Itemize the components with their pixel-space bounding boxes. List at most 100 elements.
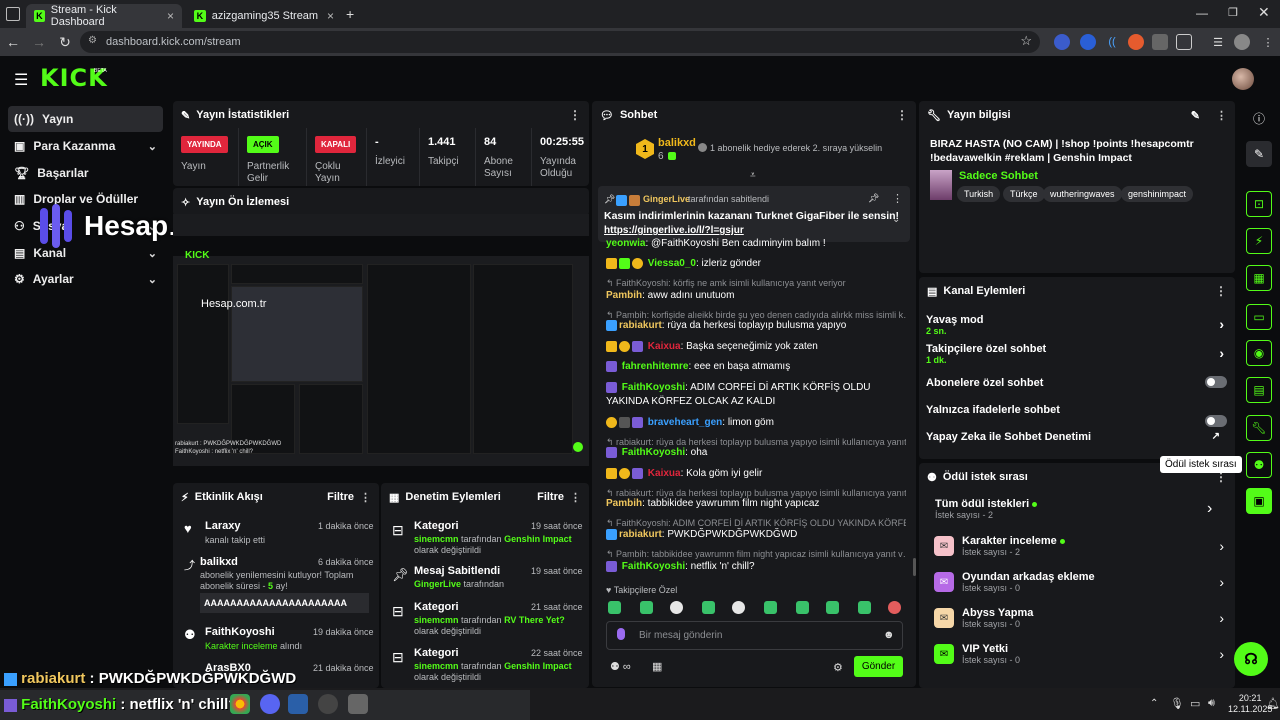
- store-icon[interactable]: ▦: [652, 660, 662, 673]
- more-options-icon[interactable]: ⋮: [570, 491, 581, 504]
- chat-user[interactable]: rabiakurt: [619, 320, 662, 331]
- chat-scrollbar[interactable]: [913, 558, 916, 576]
- ai-moderation-row[interactable]: Yapay Zeka ile Sohbet Denetimi ↗: [926, 431, 1232, 443]
- stream-preview-video[interactable]: KICK Hesap.com.tr rabiakurt : PWKDĞPWKDĞ…: [173, 214, 589, 466]
- extension-icon[interactable]: [1054, 34, 1070, 50]
- lightning-icon[interactable]: ⚡︎: [1246, 228, 1272, 254]
- sidebar-item-achievements[interactable]: 🏆︎ Başarılar: [8, 160, 163, 186]
- emote-icon[interactable]: [732, 601, 745, 614]
- profile-icon[interactable]: [1234, 34, 1250, 50]
- filter-button[interactable]: Filtre: [537, 491, 564, 503]
- chat-user[interactable]: FaithKoyoshi: [622, 561, 685, 572]
- channel-actions-icon[interactable]: ▤: [1246, 377, 1272, 403]
- sidebar-item-drops[interactable]: ▥ Droplar ve Ödüller: [8, 186, 163, 212]
- emote-icon[interactable]: [796, 601, 809, 614]
- reward-row-abyss[interactable]: ✉ Abyss Yapma İstek sayısı - 0 ›: [934, 600, 1224, 636]
- stream-category[interactable]: Sadece Sohbet: [959, 170, 1038, 182]
- more-options-icon[interactable]: ⋮: [896, 108, 908, 122]
- obs-taskbar-icon[interactable]: [318, 694, 338, 714]
- wrench-icon[interactable]: 🔧︎: [1246, 415, 1272, 441]
- tab-list-icon[interactable]: ☰: [1210, 34, 1226, 50]
- tab-kick-dashboard[interactable]: K Stream - Kick Dashboard ×: [26, 4, 182, 28]
- chat-icon[interactable]: ▭: [1246, 304, 1272, 330]
- edit-pencil-icon[interactable]: ✎: [1246, 141, 1272, 167]
- emote-icon[interactable]: [826, 601, 839, 614]
- extension-icon[interactable]: [1152, 34, 1168, 50]
- activity-user[interactable]: FaithKoyoshi: [205, 626, 275, 638]
- emote-icon[interactable]: [858, 601, 871, 614]
- reward-row-character-review[interactable]: ✉ Karakter inceleme İstek sayısı - 2 ›: [934, 528, 1224, 564]
- photos-taskbar-icon[interactable]: [288, 694, 308, 714]
- forward-icon[interactable]: →: [26, 34, 52, 50]
- minimize-icon[interactable]: —: [1196, 6, 1208, 20]
- sidebar-item-monetization[interactable]: ▣ Para Kazanma ⌄: [8, 133, 163, 159]
- more-options-icon[interactable]: ⋮: [569, 108, 581, 122]
- microphone-tray-icon[interactable]: 🎙︎: [1170, 697, 1184, 710]
- browser-menu-icon[interactable]: ⋮: [1260, 34, 1276, 50]
- support-headset-icon[interactable]: ☊: [1234, 642, 1268, 676]
- emote-icon[interactable]: [640, 601, 653, 614]
- url-field[interactable]: ⚙ dashboard.kick.com/stream ☆: [80, 31, 1040, 53]
- emoji-picker-icon[interactable]: ☻: [883, 629, 895, 641]
- collapse-chevron-icon[interactable]: ⩡: [750, 170, 756, 181]
- pinned-by-user[interactable]: GingerLive: [643, 194, 690, 204]
- network-icon[interactable]: ▭: [1190, 697, 1200, 710]
- maximize-icon[interactable]: ❐: [1228, 6, 1238, 19]
- window-close-icon[interactable]: ✕: [1258, 4, 1270, 21]
- unpin-icon[interactable]: 📌︎: [868, 193, 879, 204]
- pinned-link[interactable]: https://gingerlive.io/l/?l=gsjur: [604, 225, 744, 236]
- emote-icon[interactable]: [608, 601, 621, 614]
- new-tab-icon[interactable]: +: [346, 6, 354, 22]
- info-icon[interactable]: ⓘ: [1246, 105, 1272, 131]
- emote-icon[interactable]: [888, 601, 901, 614]
- chat-user[interactable]: Kaixua: [648, 341, 681, 352]
- more-options-icon[interactable]: ⋮: [360, 491, 371, 504]
- volume-icon[interactable]: 🔊︎: [1208, 697, 1215, 710]
- extension-icon[interactable]: [1128, 34, 1144, 50]
- rewards-icon[interactable]: ⚉ ∞: [610, 660, 631, 673]
- activity-user[interactable]: Laraxy: [205, 520, 240, 532]
- stats-panel-icon[interactable]: ⊡: [1246, 191, 1272, 217]
- sidebar-item-settings[interactable]: ⚙ Ayarlar ⌄: [8, 266, 163, 292]
- all-rewards-row[interactable]: Tüm ödül istekleri İstek sayısı - 2: [935, 498, 1038, 520]
- send-button[interactable]: Gönder: [854, 656, 903, 677]
- chat-user[interactable]: fahrenhitemre: [622, 361, 689, 372]
- chat-user[interactable]: Kaixua: [648, 468, 681, 479]
- chat-settings-gear-icon[interactable]: ⚙: [833, 661, 843, 674]
- emote-icon[interactable]: [702, 601, 715, 614]
- site-info-icon[interactable]: ⚙: [88, 35, 97, 46]
- emote-icon[interactable]: [670, 601, 683, 614]
- notification-bell-icon[interactable]: 🔔︎: [1266, 697, 1280, 710]
- activity-user[interactable]: balikxd: [200, 556, 238, 568]
- chat-user[interactable]: Viessa0_0: [648, 258, 696, 269]
- bookmark-star-icon[interactable]: ☆: [1020, 33, 1032, 49]
- chat-user[interactable]: yeonwia: [606, 238, 645, 249]
- subs-chat-toggle[interactable]: [1205, 376, 1227, 388]
- emotes-chat-toggle[interactable]: [1205, 415, 1227, 427]
- hamburger-menu-icon[interactable]: ☰: [14, 70, 28, 90]
- chat-user[interactable]: Pambih: [606, 290, 642, 301]
- chevron-right-icon[interactable]: ›: [1207, 500, 1212, 518]
- chat-input[interactable]: Bir mesaj gönderin ☻: [606, 621, 903, 650]
- add-panel-icon[interactable]: ▣: [1246, 488, 1272, 514]
- more-options-icon[interactable]: ⋮: [1216, 109, 1227, 122]
- more-options-icon[interactable]: ⋮: [1215, 284, 1227, 298]
- tab-search-icon[interactable]: [6, 7, 20, 21]
- gifter-name[interactable]: balikxd: [658, 137, 696, 149]
- sidebar-item-stream[interactable]: ((·)) Yayın: [8, 106, 163, 132]
- extensions-puzzle-icon[interactable]: [1176, 34, 1192, 50]
- tray-chevron-icon[interactable]: ⌃: [1150, 698, 1158, 709]
- followers-chat-row[interactable]: Takipçilere özel sohbet 1 dk. ›: [926, 343, 1232, 365]
- reward-row-vip[interactable]: ✉ VIP Yetki İstek sayısı - 0 ›: [934, 636, 1224, 672]
- reload-icon[interactable]: ↻: [52, 34, 78, 51]
- chat-user[interactable]: Pambih: [606, 498, 642, 509]
- back-icon[interactable]: ←: [0, 34, 26, 50]
- filter-button[interactable]: Filtre: [327, 491, 354, 503]
- tab-azizgaming-stream[interactable]: K azizgaming35 Stream - Watch L ×: [186, 4, 342, 28]
- reward-row-add-friend[interactable]: ✉ Oyundan arkadaş ekleme İstek sayısı - 0…: [934, 564, 1224, 600]
- tab-close-icon[interactable]: ×: [327, 9, 334, 23]
- chrome-taskbar-icon[interactable]: [230, 694, 250, 714]
- chevron-down-icon[interactable]: ⌄: [892, 214, 900, 225]
- extension-icon[interactable]: [1080, 34, 1096, 50]
- more-options-icon[interactable]: ⋮: [892, 192, 903, 205]
